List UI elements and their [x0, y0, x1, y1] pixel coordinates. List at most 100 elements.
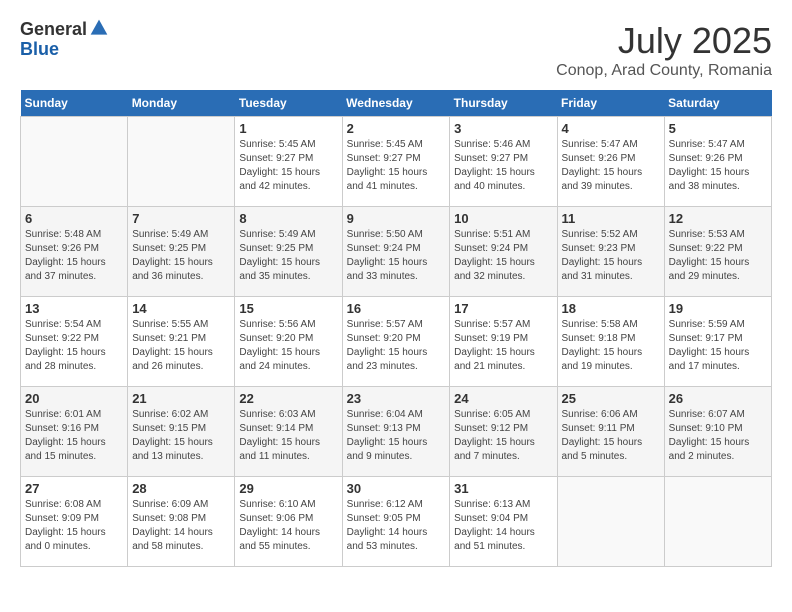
day-info: Sunrise: 6:10 AMSunset: 9:06 PMDaylight:…	[239, 498, 337, 554]
day-info: Sunrise: 5:45 AMSunset: 9:27 PMDaylight:…	[239, 138, 337, 194]
day-number: 15	[239, 301, 337, 316]
calendar-cell: 16 Sunrise: 5:57 AMSunset: 9:20 PMDayligh…	[342, 297, 450, 387]
day-info: Sunrise: 6:08 AMSunset: 9:09 PMDaylight:…	[25, 498, 123, 554]
calendar-cell: 22 Sunrise: 6:03 AMSunset: 9:14 PMDayligh…	[235, 387, 342, 477]
logo-icon	[89, 18, 109, 38]
day-info: Sunrise: 6:01 AMSunset: 9:16 PMDaylight:…	[25, 408, 123, 464]
day-number: 12	[669, 211, 767, 226]
day-number: 6	[25, 211, 123, 226]
month-year: July 2025	[556, 20, 772, 62]
calendar-header-row: SundayMondayTuesdayWednesdayThursdayFrid…	[21, 90, 772, 117]
day-info: Sunrise: 5:50 AMSunset: 9:24 PMDaylight:…	[347, 228, 446, 284]
day-info: Sunrise: 5:47 AMSunset: 9:26 PMDaylight:…	[562, 138, 660, 194]
title-section: July 2025 Conop, Arad County, Romania	[556, 20, 772, 80]
calendar-cell: 20 Sunrise: 6:01 AMSunset: 9:16 PMDayligh…	[21, 387, 128, 477]
day-info: Sunrise: 5:55 AMSunset: 9:21 PMDaylight:…	[132, 318, 230, 374]
page-header: General Blue July 2025 Conop, Arad Count…	[20, 20, 772, 80]
calendar-header-friday: Friday	[557, 90, 664, 117]
calendar-header-wednesday: Wednesday	[342, 90, 450, 117]
calendar-cell: 5 Sunrise: 5:47 AMSunset: 9:26 PMDaylight…	[664, 117, 771, 207]
day-info: Sunrise: 6:13 AMSunset: 9:04 PMDaylight:…	[454, 498, 552, 554]
day-info: Sunrise: 5:59 AMSunset: 9:17 PMDaylight:…	[669, 318, 767, 374]
calendar-cell: 23 Sunrise: 6:04 AMSunset: 9:13 PMDayligh…	[342, 387, 450, 477]
calendar-cell: 21 Sunrise: 6:02 AMSunset: 9:15 PMDayligh…	[128, 387, 235, 477]
calendar-cell: 14Sunrise: 5:55 AMSunset: 9:21 PMDayligh…	[128, 297, 235, 387]
day-info: Sunrise: 5:57 AMSunset: 9:20 PMDaylight:…	[347, 318, 446, 374]
day-info: Sunrise: 6:05 AMSunset: 9:12 PMDaylight:…	[454, 408, 552, 464]
day-info: Sunrise: 6:03 AMSunset: 9:14 PMDaylight:…	[239, 408, 337, 464]
day-number: 31	[454, 481, 552, 496]
day-number: 11	[562, 211, 660, 226]
day-info: Sunrise: 5:57 AMSunset: 9:19 PMDaylight:…	[454, 318, 552, 374]
calendar-cell: 18Sunrise: 5:58 AMSunset: 9:18 PMDayligh…	[557, 297, 664, 387]
calendar-cell	[21, 117, 128, 207]
calendar-cell	[128, 117, 235, 207]
calendar-cell: 6 Sunrise: 5:48 AMSunset: 9:26 PMDaylight…	[21, 207, 128, 297]
day-info: Sunrise: 5:48 AMSunset: 9:26 PMDaylight:…	[25, 228, 123, 284]
calendar-week-row: 1 Sunrise: 5:45 AMSunset: 9:27 PMDaylight…	[21, 117, 772, 207]
calendar-week-row: 6 Sunrise: 5:48 AMSunset: 9:26 PMDaylight…	[21, 207, 772, 297]
calendar-week-row: 20 Sunrise: 6:01 AMSunset: 9:16 PMDayligh…	[21, 387, 772, 477]
calendar-cell: 13Sunrise: 5:54 AMSunset: 9:22 PMDayligh…	[21, 297, 128, 387]
day-info: Sunrise: 6:12 AMSunset: 9:05 PMDaylight:…	[347, 498, 446, 554]
day-info: Sunrise: 5:52 AMSunset: 9:23 PMDaylight:…	[562, 228, 660, 284]
calendar-cell: 31 Sunrise: 6:13 AMSunset: 9:04 PMDayligh…	[450, 477, 557, 567]
calendar-week-row: 13Sunrise: 5:54 AMSunset: 9:22 PMDayligh…	[21, 297, 772, 387]
day-info: Sunrise: 6:04 AMSunset: 9:13 PMDaylight:…	[347, 408, 446, 464]
day-info: Sunrise: 5:51 AMSunset: 9:24 PMDaylight:…	[454, 228, 552, 284]
calendar-cell: 12 Sunrise: 5:53 AMSunset: 9:22 PMDayligh…	[664, 207, 771, 297]
calendar-cell: 29 Sunrise: 6:10 AMSunset: 9:06 PMDayligh…	[235, 477, 342, 567]
day-info: Sunrise: 6:02 AMSunset: 9:15 PMDaylight:…	[132, 408, 230, 464]
day-number: 21	[132, 391, 230, 406]
day-number: 29	[239, 481, 337, 496]
day-number: 3	[454, 121, 552, 136]
day-number: 27	[25, 481, 123, 496]
day-number: 17	[454, 301, 552, 316]
day-number: 30	[347, 481, 446, 496]
calendar-cell: 11 Sunrise: 5:52 AMSunset: 9:23 PMDayligh…	[557, 207, 664, 297]
day-number: 24	[454, 391, 552, 406]
day-number: 25	[562, 391, 660, 406]
day-info: Sunrise: 5:49 AMSunset: 9:25 PMDaylight:…	[132, 228, 230, 284]
day-info: Sunrise: 5:53 AMSunset: 9:22 PMDaylight:…	[669, 228, 767, 284]
logo: General Blue	[20, 20, 109, 60]
calendar-cell: 1 Sunrise: 5:45 AMSunset: 9:27 PMDaylight…	[235, 117, 342, 207]
calendar-cell: 25 Sunrise: 6:06 AMSunset: 9:11 PMDayligh…	[557, 387, 664, 477]
day-number: 23	[347, 391, 446, 406]
day-number: 1	[239, 121, 337, 136]
day-number: 16	[347, 301, 446, 316]
calendar-cell: 4 Sunrise: 5:47 AMSunset: 9:26 PMDaylight…	[557, 117, 664, 207]
day-number: 20	[25, 391, 123, 406]
day-number: 5	[669, 121, 767, 136]
calendar-cell	[557, 477, 664, 567]
day-info: Sunrise: 5:56 AMSunset: 9:20 PMDaylight:…	[239, 318, 337, 374]
day-number: 22	[239, 391, 337, 406]
day-number: 19	[669, 301, 767, 316]
calendar-cell: 15 Sunrise: 5:56 AMSunset: 9:20 PMDayligh…	[235, 297, 342, 387]
calendar-cell: 3 Sunrise: 5:46 AMSunset: 9:27 PMDaylight…	[450, 117, 557, 207]
calendar-header-monday: Monday	[128, 90, 235, 117]
day-number: 28	[132, 481, 230, 496]
calendar-cell: 28 Sunrise: 6:09 AMSunset: 9:08 PMDayligh…	[128, 477, 235, 567]
day-number: 4	[562, 121, 660, 136]
day-info: Sunrise: 6:09 AMSunset: 9:08 PMDaylight:…	[132, 498, 230, 554]
calendar-cell: 8Sunrise: 5:49 AMSunset: 9:25 PMDaylight…	[235, 207, 342, 297]
calendar-cell: 26Sunrise: 6:07 AMSunset: 9:10 PMDayligh…	[664, 387, 771, 477]
calendar-header-saturday: Saturday	[664, 90, 771, 117]
day-number: 2	[347, 121, 446, 136]
logo-text: General Blue	[20, 20, 109, 60]
day-info: Sunrise: 5:47 AMSunset: 9:26 PMDaylight:…	[669, 138, 767, 194]
calendar-cell: 19 Sunrise: 5:59 AMSunset: 9:17 PMDayligh…	[664, 297, 771, 387]
day-number: 13	[25, 301, 123, 316]
day-number: 8	[239, 211, 337, 226]
calendar-cell: 30 Sunrise: 6:12 AMSunset: 9:05 PMDayligh…	[342, 477, 450, 567]
calendar-table: SundayMondayTuesdayWednesdayThursdayFrid…	[20, 90, 772, 567]
day-number: 26	[669, 391, 767, 406]
location: Conop, Arad County, Romania	[556, 62, 772, 80]
day-number: 9	[347, 211, 446, 226]
day-info: Sunrise: 5:46 AMSunset: 9:27 PMDaylight:…	[454, 138, 552, 194]
calendar-cell: 9 Sunrise: 5:50 AMSunset: 9:24 PMDaylight…	[342, 207, 450, 297]
calendar-header-sunday: Sunday	[21, 90, 128, 117]
day-info: Sunrise: 6:06 AMSunset: 9:11 PMDaylight:…	[562, 408, 660, 464]
calendar-cell: 2Sunrise: 5:45 AMSunset: 9:27 PMDaylight…	[342, 117, 450, 207]
